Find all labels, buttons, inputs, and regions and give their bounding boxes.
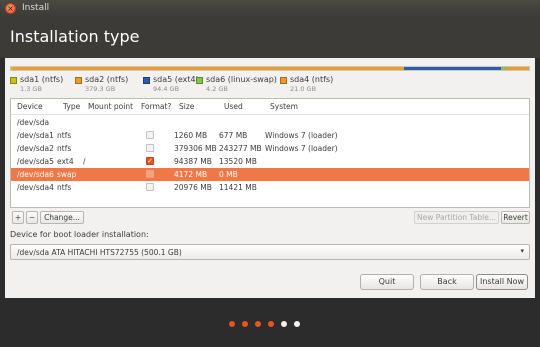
format-checkbox[interactable]	[146, 131, 154, 139]
cell-device: /dev/sda5	[17, 157, 54, 166]
legend-partition-size: 1.3 GB	[20, 85, 42, 93]
cell-used: 677 MB	[219, 131, 248, 140]
new-partition-table-button[interactable]: New Partition Table...	[414, 211, 499, 224]
cell-size: 20976 MB	[174, 183, 212, 192]
table-row[interactable]: /dev/sda4 ntfs 20976 MB 11421 MB	[11, 181, 529, 194]
add-partition-button[interactable]: +	[12, 211, 24, 224]
progress-dot	[294, 321, 300, 327]
cell-type: ntfs	[57, 183, 72, 192]
page-title: Installation type	[10, 27, 140, 46]
chevron-down-icon: ▾	[520, 247, 524, 255]
legend-swatch	[10, 77, 17, 84]
cell-type: ntfs	[57, 144, 72, 153]
install-now-button[interactable]: Install Now	[476, 274, 528, 290]
format-checkbox[interactable]	[146, 144, 154, 152]
legend-partition-name: sda4 (ntfs)	[290, 75, 334, 84]
progress-footer	[0, 298, 540, 347]
boot-loader-label: Device for boot loader installation:	[10, 230, 149, 239]
device-group-label: /dev/sda	[17, 118, 50, 127]
cell-type: ntfs	[57, 131, 72, 140]
page-header: Installation type	[0, 18, 540, 58]
device-group-row[interactable]: /dev/sda	[11, 116, 529, 129]
boot-loader-select[interactable]: /dev/sda ATA HITACHI HTS72755 (500.1 GB)…	[10, 244, 530, 260]
progress-dot	[268, 321, 274, 327]
format-checkbox[interactable]: ✓	[146, 157, 154, 165]
col-used[interactable]: Used	[224, 102, 243, 111]
title-bar: × Install	[0, 0, 540, 18]
legend-swatch	[75, 77, 82, 84]
format-checkbox[interactable]	[146, 170, 154, 178]
cell-used: 243277 MB	[219, 144, 262, 153]
window-title: Install	[22, 3, 50, 13]
quit-button[interactable]: Quit	[360, 274, 414, 290]
legend-partition-size: 379.3 GB	[85, 85, 116, 93]
cell-size: 4172 MB	[174, 170, 208, 179]
cell-used: 13520 MB	[219, 157, 257, 166]
progress-dot	[255, 321, 261, 327]
legend-swatch	[280, 77, 287, 84]
partition-bar	[10, 66, 530, 71]
back-button[interactable]: Back	[420, 274, 474, 290]
cell-type: ext4	[57, 157, 74, 166]
partition-bar-segment	[403, 67, 501, 70]
table-row[interactable]: /dev/sda5 ext4 / 94387 MB 13520 MB ✓	[11, 155, 529, 168]
cell-used: 0 MB	[219, 170, 238, 179]
col-format[interactable]: Format?	[141, 102, 171, 111]
progress-dot	[242, 321, 248, 327]
col-size[interactable]: Size	[179, 102, 194, 111]
legend-partition-name: sda5 (ext4)	[153, 75, 199, 84]
table-row[interactable]: /dev/sda2 ntfs 379306 MB 243277 MB Windows 7…	[11, 142, 529, 155]
change-partition-button[interactable]: Change...	[40, 211, 84, 224]
cell-type: swap	[57, 170, 77, 179]
col-mount-point[interactable]: Mount point	[88, 102, 133, 111]
partition-table[interactable]: Device Type Mount point Format? Size Use…	[10, 98, 530, 208]
cell-size: 379306 MB	[174, 144, 217, 153]
cell-device: /dev/sda6	[17, 170, 54, 179]
format-checkbox[interactable]	[146, 183, 154, 191]
partition-toolbar: + − Change... New Partition Table... Rev…	[10, 211, 530, 225]
boot-loader-value: /dev/sda ATA HITACHI HTS72755 (500.1 GB)	[17, 248, 182, 257]
cell-size: 1260 MB	[174, 131, 208, 140]
legend-swatch	[143, 77, 150, 84]
revert-button[interactable]: Revert	[501, 211, 530, 224]
cell-device: /dev/sda4	[17, 183, 54, 192]
legend-partition-name: sda1 (ntfs)	[20, 75, 64, 84]
close-icon[interactable]: ×	[5, 3, 16, 14]
table-row[interactable]: /dev/sda6 swap 4172 MB 0 MB	[11, 168, 529, 181]
legend-partition-size: 21.0 GB	[290, 85, 317, 93]
cell-used: 11421 MB	[219, 183, 257, 192]
cell-device: /dev/sda2	[17, 144, 54, 153]
cell-system: Windows 7 (loader)	[265, 131, 338, 140]
legend-partition-name: sda2 (ntfs)	[85, 75, 129, 84]
col-type[interactable]: Type	[63, 102, 80, 111]
progress-dot	[281, 321, 287, 327]
progress-dot	[229, 321, 235, 327]
partition-bar-segment	[505, 67, 529, 70]
col-device[interactable]: Device	[17, 102, 43, 111]
cell-mount: /	[83, 157, 86, 166]
remove-partition-button[interactable]: −	[26, 211, 38, 224]
table-header: Device Type Mount point Format? Size Use…	[11, 99, 529, 115]
cell-device: /dev/sda1	[17, 131, 54, 140]
cell-size: 94387 MB	[174, 157, 212, 166]
table-row[interactable]: /dev/sda1 ntfs 1260 MB 677 MB Windows 7 (loa…	[11, 129, 529, 142]
col-system[interactable]: System	[270, 102, 298, 111]
cell-system: Windows 7 (loader)	[265, 144, 338, 153]
legend-partition-size: 94.4 GB	[153, 85, 180, 93]
partition-bar-segment	[12, 67, 404, 70]
legend-partition-size: 4.2 GB	[206, 85, 228, 93]
partition-legend: sda1 (ntfs) 1.3 GB sda2 (ntfs) 379.3 GB sda5…	[10, 75, 530, 97]
main-panel: sda1 (ntfs) 1.3 GB sda2 (ntfs) 379.3 GB sda5…	[5, 58, 535, 298]
legend-swatch	[196, 77, 203, 84]
legend-partition-name: sda6 (linux-swap)	[206, 75, 277, 84]
